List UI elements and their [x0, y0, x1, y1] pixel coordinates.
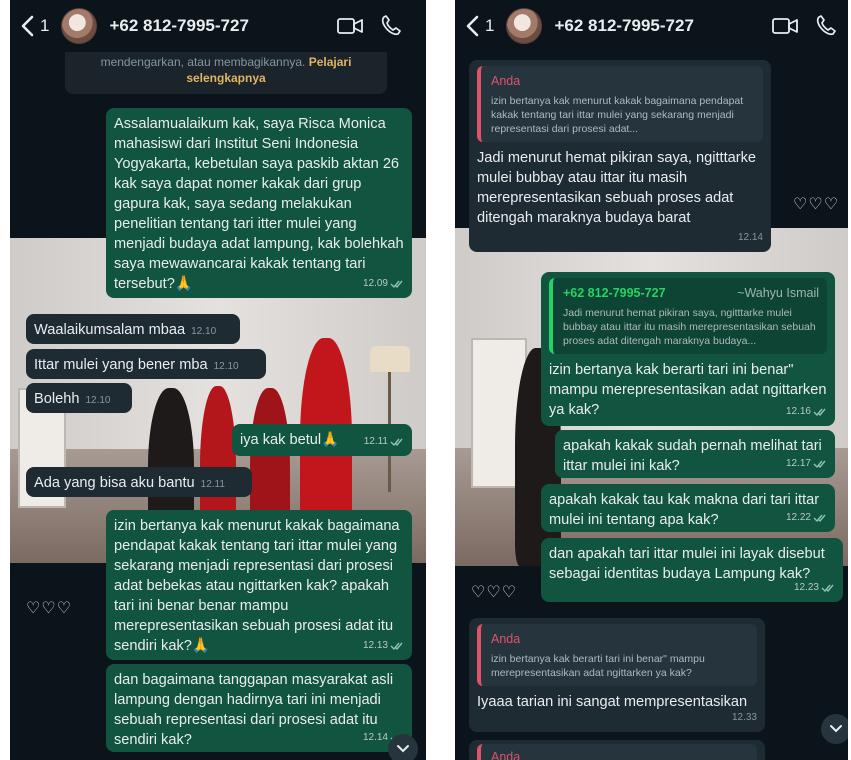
reaction-hearts: ♡♡♡ — [471, 584, 518, 601]
message-bubble-incoming[interactable]: Anda izin bertanya kak menurut kakak bag… — [469, 60, 771, 252]
message-bubble-incoming[interactable]: Bolehh 12.10 — [26, 383, 132, 413]
message-bubble-outgoing[interactable]: +62 812-7995-727 ~Wahyu Ismail Jadi menur… — [541, 272, 835, 426]
double-check-icon — [813, 514, 826, 523]
message-bubble-incoming[interactable]: Anda — [469, 740, 765, 760]
chevron-down-icon — [397, 745, 409, 753]
back-button[interactable]: 1 — [20, 15, 49, 37]
message-bubble-incoming[interactable]: Anda izin bertanya kak berarti tari ini … — [469, 618, 765, 732]
reaction-hearts: ♡♡♡ — [26, 600, 73, 617]
reaction-hearts: ♡♡♡ — [793, 196, 840, 213]
quoted-message[interactable]: +62 812-7995-727 ~Wahyu Ismail Jadi menur… — [549, 278, 827, 354]
chat-screen-right: 1 +62 812-7995-727 Anda izin bertanya ka… — [455, 0, 848, 760]
unread-count: 1 — [40, 16, 50, 35]
double-check-icon — [821, 584, 834, 593]
message-bubble-outgoing[interactable]: dan apakah tari ittar mulei ini layak di… — [541, 538, 843, 602]
double-check-icon — [813, 408, 826, 417]
chevron-left-icon — [466, 15, 479, 37]
message-bubble-outgoing[interactable]: izin bertanya kak menurut kakak bagaiman… — [106, 510, 412, 660]
scroll-down-button[interactable] — [388, 734, 418, 760]
double-check-icon — [390, 438, 403, 447]
scroll-down-button[interactable] — [821, 714, 848, 744]
double-check-icon — [390, 280, 403, 289]
message-bubble-outgoing[interactable]: iya kak betul🙏 12.11 — [232, 424, 412, 456]
contact-name[interactable]: +62 812-7995-727 — [109, 16, 248, 36]
double-check-icon — [813, 460, 826, 469]
chevron-left-icon — [21, 15, 34, 37]
message-bubble-outgoing[interactable]: dan bagaimana tanggapan masyarakat asli … — [106, 664, 412, 752]
contact-name[interactable]: +62 812-7995-727 — [554, 16, 693, 36]
video-call-icon[interactable] — [771, 14, 799, 38]
avatar[interactable] — [61, 8, 98, 44]
video-call-icon[interactable] — [336, 14, 364, 38]
avatar[interactable] — [506, 8, 543, 44]
message-bubble-incoming[interactable]: Ittar mulei yang bener mba 12.10 — [26, 349, 266, 379]
message-bubble-outgoing[interactable]: apakah kakak tau kak makna dari tari itt… — [541, 484, 835, 532]
chat-screen-left: 1 +62 812-7995-727 mendengarkan, atau me… — [10, 0, 426, 760]
quoted-message[interactable]: Anda izin bertanya kak berarti tari ini … — [477, 624, 757, 686]
back-button[interactable]: 1 — [465, 15, 494, 37]
phone-icon[interactable] — [378, 14, 406, 38]
phone-icon[interactable] — [813, 14, 841, 38]
chat-header: 1 +62 812-7995-727 — [455, 0, 848, 52]
double-check-icon — [390, 642, 403, 651]
quoted-message[interactable]: Anda — [477, 744, 757, 760]
message-bubble-incoming[interactable]: Waalaikumsalam mbaa 12.10 — [26, 314, 240, 344]
unread-count: 1 — [485, 16, 495, 35]
quoted-message[interactable]: Anda izin bertanya kak menurut kakak bag… — [477, 66, 763, 142]
chevron-down-icon — [830, 725, 842, 733]
message-bubble-incoming[interactable]: Ada yang bisa aku bantu 12.11 — [26, 467, 252, 497]
message-bubble-outgoing[interactable]: Assalamualaikum kak, saya Risca Monica m… — [106, 108, 412, 298]
message-bubble-outgoing[interactable]: apakah kakak sudah pernah melihat tari i… — [555, 430, 835, 478]
chat-header: 1 +62 812-7995-727 — [10, 0, 426, 52]
